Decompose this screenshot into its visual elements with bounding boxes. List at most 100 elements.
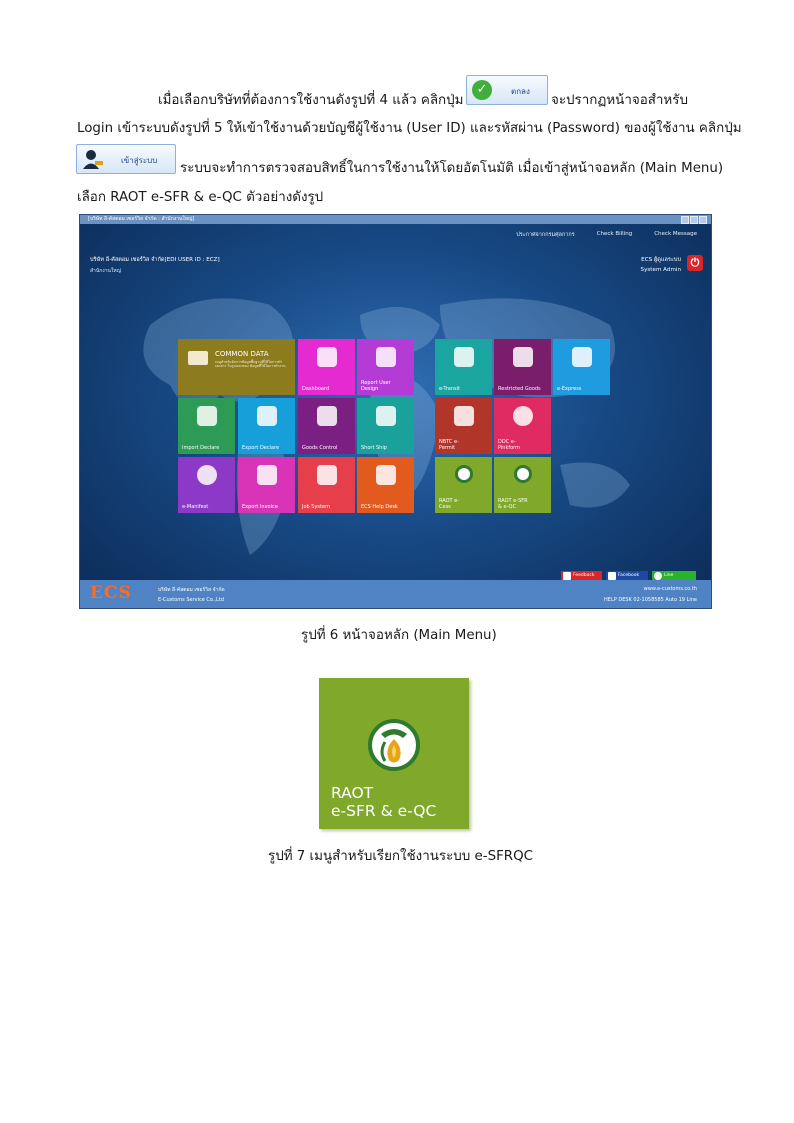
tile-export-declare[interactable]: Export Declare	[238, 398, 295, 454]
user-info: ECS ผู้ดูแลระบบ System Admin	[641, 255, 681, 275]
tile-job-system[interactable]: Job System	[298, 457, 355, 513]
raot-e-sfr-e-qc-tile-large: RAOT e-SFR & e-QC	[319, 678, 469, 829]
tile-label: NBTC e-Permit	[439, 439, 459, 451]
user-icon	[83, 150, 103, 169]
company-name: บริษัท อี-คัสตอม เซอร์วิส จำกัด[EDI USER…	[90, 257, 220, 263]
login-button-label: เข้าสู่ระบบ	[121, 156, 158, 165]
ok-button-label: ตกลง	[511, 87, 530, 96]
maximize-icon[interactable]	[690, 216, 698, 224]
check-billing-link[interactable]: Check Billing	[597, 231, 633, 239]
tile-label: Restricted Goods	[498, 386, 541, 392]
tile-e-express[interactable]: e-Express	[553, 339, 610, 395]
common-data-desc: เมนูสำหรับจัดการข้อมูลพื้นฐานที่ใช้ในการ…	[215, 360, 286, 369]
tile-label: Import Declare	[182, 445, 220, 451]
feedback-label: Feedback	[573, 573, 595, 578]
main-menu-screenshot: [บริษัท อี-คัสตอม เซอร์วิส จำกัด : สำนัก…	[79, 214, 712, 609]
tile-label: e-Transit	[439, 386, 460, 392]
minimize-icon[interactable]	[681, 216, 689, 224]
nbtc-icon	[453, 406, 474, 426]
help-desk-icon	[375, 465, 396, 485]
para-line-1a: เมื่อเลือกบริษัทที่ต้องการใช้งานดังรูปที…	[158, 93, 464, 108]
transit-icon	[453, 347, 474, 367]
invoice-icon	[256, 465, 277, 485]
tile-label: Export Invoice	[242, 504, 278, 510]
tile-restricted-goods[interactable]: Restricted Goods	[494, 339, 551, 395]
tile-raot-e-sfr-e-qc[interactable]: RAOT e-SFR & e-QC	[494, 457, 551, 513]
close-icon[interactable]	[699, 216, 707, 224]
tile-label: RAOT e-Cess	[439, 498, 460, 510]
tile-label: ECS Help Desk	[361, 504, 398, 510]
tile-label: Short Ship	[361, 445, 387, 451]
tile-label: RAOT e-SFR & e-QC	[498, 498, 528, 510]
window-titlebar: [บริษัท อี-คัสตอม เซอร์วิส จำกัด : สำนัก…	[80, 215, 711, 224]
tile-ddc-e-pinkform[interactable]: DDC e-Pinkform	[494, 398, 551, 454]
tile-import-declare[interactable]: Import Declare	[178, 398, 235, 454]
tile-label: Dashboard	[302, 386, 330, 392]
login-button-image: เข้าสู่ระบบ	[76, 144, 176, 174]
branch-name: สำนักงานใหญ่	[90, 268, 121, 274]
tile-nbtc-e-permit[interactable]: NBTC e-Permit	[435, 398, 492, 454]
raot-tile-line-1: RAOT	[331, 784, 374, 802]
box-icon	[375, 406, 396, 426]
check-icon: ✓	[472, 80, 492, 100]
tile-dashboard[interactable]: Dashboard	[298, 339, 355, 395]
raot-tile-line-2: e-SFR & e-QC	[331, 802, 437, 820]
footer-website[interactable]: www.e-customs.co.th	[644, 586, 697, 592]
facebook-icon	[608, 572, 616, 580]
footer-company-th: บริษัท อี-คัสตอม เซอร์วิส จำกัด	[158, 587, 225, 593]
container-icon	[316, 406, 337, 426]
tile-report-user-design[interactable]: Report User Design	[357, 339, 414, 395]
tile-goods-control[interactable]: Goods Control	[298, 398, 355, 454]
tile-label: e-Manifest	[182, 504, 209, 510]
line-label: Line	[664, 573, 674, 578]
tile-export-invoice[interactable]: Export Invoice	[238, 457, 295, 513]
tile-short-ship[interactable]: Short Ship	[357, 398, 414, 454]
tile-e-manifest[interactable]: e-Manifest	[178, 457, 235, 513]
para-line-1b: จะปรากฏหน้าจอสำหรับ	[551, 93, 688, 108]
common-data-icon	[188, 351, 208, 365]
tile-e-transit[interactable]: e-Transit	[435, 339, 492, 395]
ecs-logo: ECS	[90, 583, 132, 603]
tile-ecs-help-desk[interactable]: ECS Help Desk	[357, 457, 414, 513]
raot-icon	[513, 465, 532, 483]
tile-label: Export Declare	[242, 445, 280, 451]
truck-icon	[571, 347, 592, 367]
job-icon	[316, 465, 337, 485]
ddc-icon	[512, 406, 533, 426]
window-controls[interactable]	[681, 216, 707, 224]
announcement-link[interactable]: ประกาศจากกรมศุลกากร	[516, 231, 574, 239]
globe-icon	[196, 465, 217, 485]
facebook-label: Facebook	[618, 573, 640, 578]
tile-raot-e-cess[interactable]: RAOT e-Cess	[435, 457, 492, 513]
user-role: System Admin	[640, 267, 681, 273]
import-icon	[196, 406, 217, 426]
user-name: ECS ผู้ดูแลระบบ	[641, 257, 681, 263]
tile-label: Goods Control	[302, 445, 338, 451]
common-data-title: COMMON DATA	[215, 350, 269, 358]
para-line-4: เลือก RAOT e-SFR & e-QC ตัวอย่างดังรูป	[77, 190, 324, 205]
figure-7-caption: รูปที่ 7 เมนูสำหรับเรียกใช้งานระบบ e-SFR…	[268, 849, 533, 864]
para-line-3: ระบบจะทำการตรวจสอบสิทธิ์ในการใช้งานให้โด…	[180, 161, 724, 176]
window-title: [บริษัท อี-คัสตอม เซอร์วิส จำกัด : สำนัก…	[88, 216, 195, 222]
ok-button-image: ✓ ตกลง	[466, 75, 548, 105]
para-line-2: Login เข้าระบบดังรูปที่ 5 ให้เข้าใช้งานด…	[77, 121, 742, 136]
top-links: ประกาศจากกรมศุลกากร Check Billing Check …	[516, 231, 697, 239]
footer-helpdesk: HELP DESK 02-1058585 Auto 19 Line	[604, 597, 697, 603]
tile-label: Job System	[302, 504, 330, 510]
tile-label: Report User Design	[361, 380, 391, 392]
footer-company-en: E-Customs Service Co.,Ltd	[158, 597, 224, 603]
tile-label: DDC e-Pinkform	[498, 439, 521, 451]
check-message-link[interactable]: Check Message	[654, 231, 697, 239]
footer-bar: ECS บริษัท อี-คัสตอม เซอร์วิส จำกัด E-Cu…	[80, 580, 711, 608]
figure-6-caption: รูปที่ 6 หน้าจอหลัก (Main Menu)	[301, 628, 497, 643]
feedback-icon	[563, 572, 571, 580]
raot-icon	[368, 719, 420, 771]
raot-icon	[454, 465, 473, 483]
report-icon	[375, 347, 396, 367]
export-icon	[256, 406, 277, 426]
dashboard-icon	[316, 347, 337, 367]
tile-common-data[interactable]: COMMON DATA เมนูสำหรับจัดการข้อมูลพื้นฐา…	[178, 339, 295, 395]
power-icon[interactable]: ⏻	[687, 255, 703, 271]
line-icon	[654, 572, 662, 580]
restricted-goods-icon	[512, 347, 533, 367]
